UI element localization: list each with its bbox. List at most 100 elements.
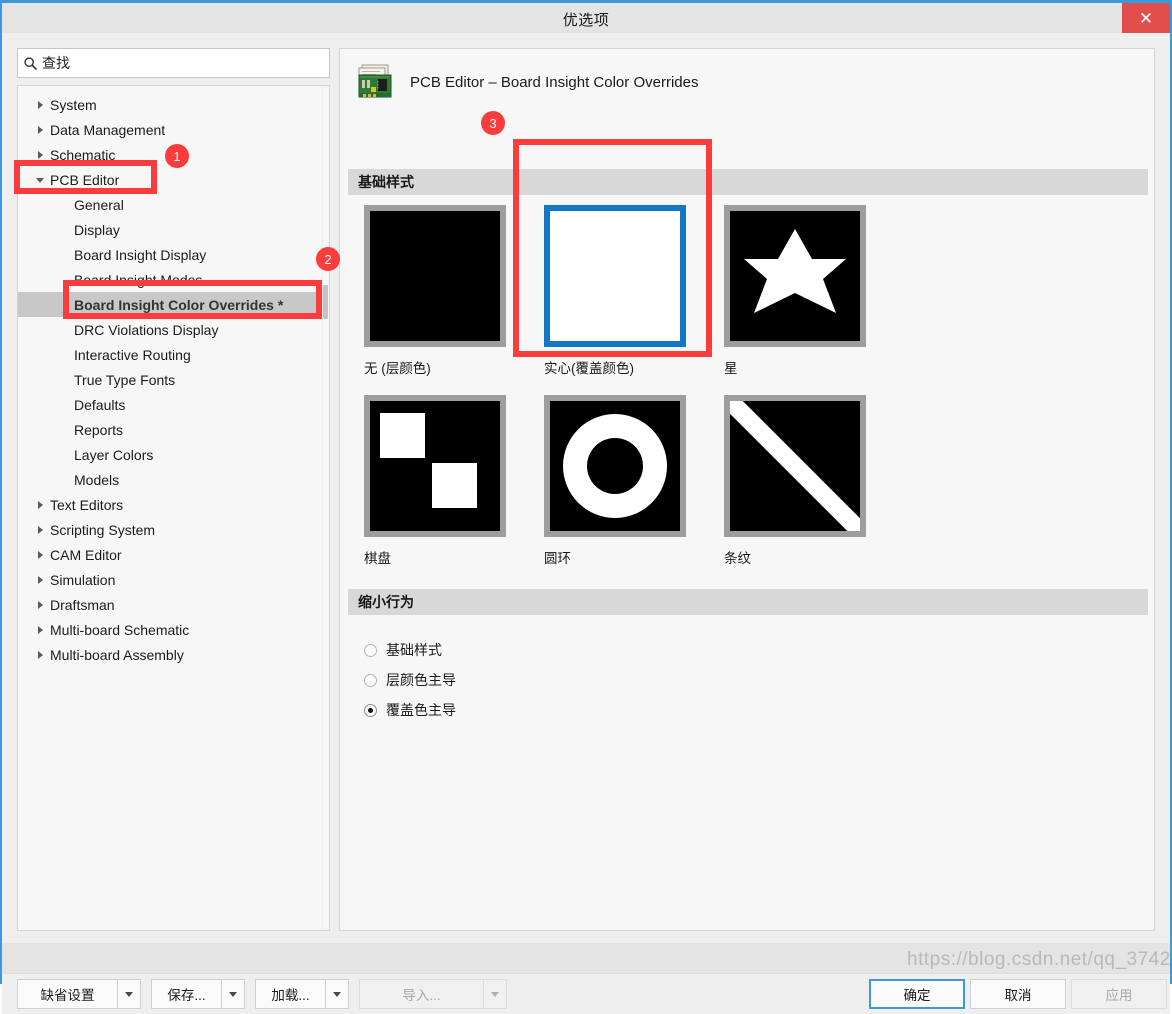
chevron-right-icon[interactable] xyxy=(36,600,44,609)
sidebar-item-label: DRC Violations Display xyxy=(74,321,219,338)
chevron-right-icon[interactable] xyxy=(36,125,44,134)
chevron-right-icon[interactable] xyxy=(36,500,44,509)
section-header-zoom-behaviour: 缩小行为 xyxy=(348,589,1148,615)
sidebar-item-label: Schematic xyxy=(50,146,116,163)
sidebar-item-label: PCB Editor xyxy=(50,171,120,188)
settings-tree: System Data Management Schematic PCB Editor… xyxy=(17,85,330,931)
chevron-right-icon[interactable] xyxy=(36,575,44,584)
navigation-pane: 查找 System Data Management Schematic PCB Edi… xyxy=(17,48,330,931)
pattern-swatch-ring[interactable] xyxy=(544,395,686,537)
zoom-behaviour-radio-group: 基础样式层颜色主导覆盖色主导 xyxy=(364,635,456,725)
radio-option[interactable]: 基础样式 xyxy=(364,635,456,665)
page-header: PCB Editor – Board Insight Color Overrid… xyxy=(356,63,698,101)
sidebar-item-label: Models xyxy=(74,471,120,488)
sidebar-item-label: CAM Editor xyxy=(50,546,122,563)
pattern-label: 无 (层颜色) xyxy=(364,361,431,376)
chevron-down-icon xyxy=(229,991,237,997)
sidebar-item-label: Multi-board Schematic xyxy=(50,621,190,638)
pattern-label: 棋盘 xyxy=(364,551,391,566)
sidebar-item-label: Interactive Routing xyxy=(74,346,191,363)
footer-button-bar: 缺省设置 保存... 加载... 导入... 确定 取消 应用 xyxy=(2,973,1170,1014)
radio-option[interactable]: 层颜色主导 xyxy=(364,665,456,695)
pattern-swatch-none[interactable] xyxy=(364,205,506,347)
sidebar-item[interactable]: Board Insight Color Overrides * xyxy=(18,292,316,317)
sidebar-item[interactable]: PCB Editor xyxy=(18,167,324,192)
sidebar-item[interactable]: General xyxy=(18,192,324,217)
chevron-right-icon[interactable] xyxy=(36,550,44,559)
pattern-swatch-checkerboard[interactable] xyxy=(364,395,506,537)
sidebar-item[interactable]: Board Insight Modes xyxy=(18,267,324,292)
sidebar-item-label: Multi-board Assembly xyxy=(50,646,184,663)
chevron-down-icon xyxy=(125,991,133,997)
sidebar-item-label: Defaults xyxy=(74,396,126,413)
sidebar-item-label: Text Editors xyxy=(50,496,124,513)
window-title: 优选项 xyxy=(562,12,610,29)
watermark: https://blog.csdn.net/qq_37424623 xyxy=(907,949,1172,970)
pattern-label: 实心(覆盖颜色) xyxy=(544,361,634,376)
tree-scrollbar-track[interactable] xyxy=(322,86,329,930)
sidebar-item-label: Board Insight Display xyxy=(74,246,207,263)
sidebar-item[interactable]: System xyxy=(18,92,324,117)
pattern-row: 棋盘 圆环 条纹 xyxy=(364,395,924,585)
sidebar-item[interactable]: Schematic xyxy=(18,142,324,167)
title-bar: 优选项 ✕ xyxy=(2,3,1170,33)
sidebar-item[interactable]: Layer Colors xyxy=(18,442,324,467)
dialog-body: 查找 System Data Management Schematic PCB Edi… xyxy=(2,33,1170,1014)
sidebar-item[interactable]: Simulation xyxy=(18,567,324,592)
sidebar-item-label: True Type Fonts xyxy=(74,371,176,388)
sidebar-item-label: Board Insight Modes xyxy=(74,271,203,288)
radio-option[interactable]: 覆盖色主导 xyxy=(364,695,456,725)
pattern-swatch-stripe[interactable] xyxy=(724,395,866,537)
page-title: PCB Editor – Board Insight Color Overrid… xyxy=(410,73,699,91)
pattern-swatch-solid[interactable] xyxy=(544,205,686,347)
radio-button-icon[interactable] xyxy=(364,673,377,687)
radio-label: 基础样式 xyxy=(386,642,442,658)
sidebar-item[interactable]: Data Management xyxy=(18,117,324,142)
tree-scrollbar-thumb[interactable] xyxy=(323,285,328,319)
sidebar-item[interactable]: Models xyxy=(18,467,324,492)
pattern-option[interactable]: 无 (层颜色) xyxy=(364,205,544,395)
sidebar-item-label: Reports xyxy=(74,421,124,438)
sidebar-item[interactable]: Text Editors xyxy=(18,492,324,517)
sidebar-item[interactable]: DRC Violations Display xyxy=(18,317,324,342)
search-box[interactable]: 查找 xyxy=(17,48,330,78)
close-button[interactable]: ✕ xyxy=(1122,3,1170,33)
sidebar-item[interactable]: Multi-board Schematic xyxy=(18,617,324,642)
radio-label: 层颜色主导 xyxy=(386,672,456,688)
sidebar-item[interactable]: Scripting System xyxy=(18,517,324,542)
close-icon: ✕ xyxy=(1138,8,1154,28)
pattern-option[interactable]: 条纹 xyxy=(724,395,904,585)
sidebar-item[interactable]: Multi-board Assembly xyxy=(18,642,324,667)
section-header-base-style: 基础样式 xyxy=(348,169,1148,195)
search-icon xyxy=(18,49,42,77)
chevron-right-icon[interactable] xyxy=(36,650,44,659)
chevron-right-icon[interactable] xyxy=(36,625,44,634)
chevron-right-icon[interactable] xyxy=(36,100,44,109)
pattern-option[interactable]: 星 xyxy=(724,205,904,395)
sidebar-item[interactable]: Defaults xyxy=(18,392,324,417)
sidebar-item-label: Draftsman xyxy=(50,596,115,613)
pattern-option[interactable]: 圆环 xyxy=(544,395,724,585)
pattern-label: 条纹 xyxy=(724,551,751,566)
pattern-option[interactable]: 棋盘 xyxy=(364,395,544,585)
sidebar-item-label: Board Insight Color Overrides * xyxy=(74,296,284,313)
pattern-swatch-star[interactable] xyxy=(724,205,866,347)
sidebar-item[interactable]: Draftsman xyxy=(18,592,324,617)
sidebar-item[interactable]: Reports xyxy=(18,417,324,442)
sidebar-item[interactable]: True Type Fonts xyxy=(18,367,324,392)
chevron-down-icon xyxy=(333,991,341,997)
radio-button-icon[interactable] xyxy=(364,643,377,657)
sidebar-item[interactable]: Display xyxy=(18,217,324,242)
radio-button-icon[interactable] xyxy=(364,703,377,717)
sidebar-item[interactable]: Interactive Routing xyxy=(18,342,324,367)
settings-pane: PCB Editor – Board Insight Color Overrid… xyxy=(339,48,1155,931)
chevron-right-icon[interactable] xyxy=(36,150,44,159)
pattern-option[interactable]: 实心(覆盖颜色) xyxy=(544,205,724,395)
sidebar-item[interactable]: Board Insight Display xyxy=(18,242,324,267)
sidebar-item-label: Data Management xyxy=(50,121,166,138)
radio-label: 覆盖色主导 xyxy=(386,702,456,718)
preferences-dialog: 优选项 ✕ 查找 System Data Management Schematic P… xyxy=(0,0,1172,1014)
chevron-right-icon[interactable] xyxy=(36,525,44,534)
sidebar-item[interactable]: CAM Editor xyxy=(18,542,324,567)
chevron-down-icon[interactable] xyxy=(36,176,44,184)
